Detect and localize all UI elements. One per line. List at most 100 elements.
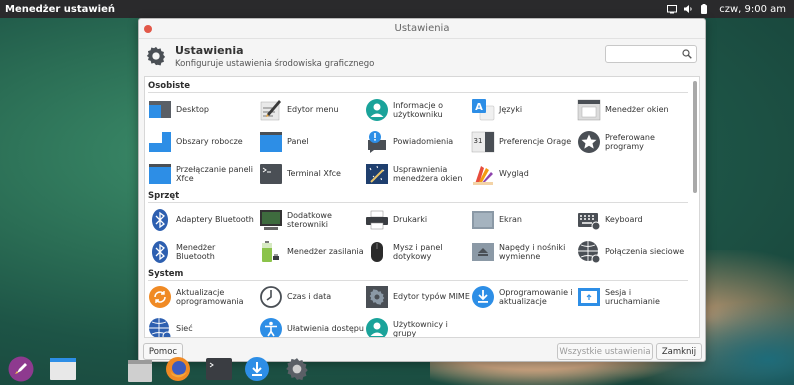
all-settings-button[interactable]: Wszystkie ustawienia bbox=[557, 343, 653, 360]
item-orage-prefs[interactable]: 31 Preferencje Orage bbox=[471, 127, 579, 157]
item-appearance[interactable]: Wygląd bbox=[471, 159, 579, 189]
dock-software-updates[interactable] bbox=[244, 356, 270, 385]
item-label: Ułatwienia dostępu bbox=[287, 324, 364, 334]
close-button[interactable]: Zamknij bbox=[656, 343, 702, 360]
panel-switch-icon bbox=[149, 164, 171, 184]
mouse-icon bbox=[371, 242, 383, 262]
active-app-title[interactable]: Menedżer ustawień bbox=[5, 4, 667, 15]
item-session-startup[interactable]: Sesja i uruchamianie bbox=[577, 282, 685, 312]
item-printers[interactable]: Drukarki bbox=[365, 205, 473, 235]
settings-header: Ustawienia Konfiguruje ustawienia środow… bbox=[139, 39, 705, 73]
item-label: Języki bbox=[499, 105, 523, 115]
volume-icon[interactable] bbox=[683, 4, 693, 14]
item-label: Powiadomienia bbox=[393, 137, 454, 147]
calendar-icon: 31 bbox=[471, 131, 495, 153]
item-label: Napędy i nośniki wymienne bbox=[499, 242, 566, 261]
item-network-connections[interactable]: Połączenia sieciowe bbox=[577, 237, 685, 267]
item-mouse-touchpad[interactable]: Mysz i panel dotykowy bbox=[365, 237, 473, 267]
window-titlebar[interactable]: Ustawienia bbox=[139, 19, 705, 39]
settings-window: Ustawienia Ustawienia Konfiguruje ustawi… bbox=[138, 18, 706, 362]
item-wm-tweaks[interactable]: Usprawnienia menedżera okien bbox=[365, 159, 473, 189]
item-keyboard[interactable]: Keyboard bbox=[577, 205, 685, 235]
item-panel[interactable]: Panel bbox=[259, 127, 367, 157]
dock-window-app[interactable] bbox=[50, 358, 76, 384]
item-languages[interactable]: A Języki bbox=[471, 95, 579, 125]
clock[interactable]: czw, 9:00 am bbox=[719, 4, 786, 15]
appearance-icon bbox=[473, 166, 493, 185]
session-icon bbox=[578, 288, 600, 306]
item-removable-drives[interactable]: Napędy i nośniki wymienne bbox=[471, 237, 579, 267]
star-icon bbox=[578, 131, 600, 153]
item-notifications[interactable]: Powiadomienia bbox=[365, 127, 473, 157]
item-label: Oprogramowanie i aktualizacje bbox=[499, 287, 573, 306]
globe-icon bbox=[578, 241, 601, 264]
window-title: Ustawienia bbox=[394, 23, 450, 34]
mime-gear-icon bbox=[366, 286, 388, 308]
bluetooth-manager-icon bbox=[152, 241, 168, 263]
dock-terminal[interactable] bbox=[206, 358, 232, 384]
update-icon bbox=[149, 286, 171, 308]
item-preferred-apps[interactable]: Preferowane programy bbox=[577, 127, 685, 157]
item-accessibility[interactable]: Ułatwienia dostępu bbox=[259, 314, 367, 337]
item-power-manager[interactable]: Menedżer zasilania bbox=[259, 237, 367, 267]
item-label: Menedżer Bluetooth bbox=[176, 242, 216, 261]
item-mime-editor[interactable]: Edytor typów MIME bbox=[365, 282, 473, 312]
workspaces-icon bbox=[149, 132, 171, 152]
scrollbar[interactable] bbox=[693, 81, 697, 193]
download-icon bbox=[472, 286, 494, 308]
item-label: Ekran bbox=[499, 215, 522, 225]
section-divider bbox=[148, 92, 688, 93]
menu-editor-icon bbox=[260, 100, 281, 121]
item-label: Obszary robocze bbox=[176, 137, 243, 147]
screen-icon[interactable] bbox=[667, 4, 678, 14]
battery-icon[interactable] bbox=[699, 4, 709, 14]
item-label: Edytor menu bbox=[287, 105, 339, 115]
item-window-manager[interactable]: Menedżer okien bbox=[577, 95, 685, 125]
item-menu-editor[interactable]: Edytor menu bbox=[259, 95, 367, 125]
dock-firefox[interactable] bbox=[165, 356, 191, 385]
dock-settings[interactable] bbox=[284, 356, 310, 385]
item-bt-manager[interactable]: Menedżer Bluetooth bbox=[148, 237, 256, 267]
dock-launcher[interactable] bbox=[8, 356, 34, 385]
window-app-icon bbox=[50, 358, 76, 380]
item-network[interactable]: Sieć bbox=[148, 314, 256, 337]
search-input[interactable] bbox=[605, 45, 697, 63]
section-divider bbox=[148, 280, 688, 281]
section-divider bbox=[148, 202, 688, 203]
search-icon bbox=[682, 49, 692, 59]
notifications-icon bbox=[368, 131, 386, 153]
svg-text:31: 31 bbox=[474, 137, 483, 145]
item-desktop[interactable]: Desktop bbox=[148, 95, 256, 125]
item-label: Sieć bbox=[176, 324, 193, 334]
item-xfce-terminal[interactable]: Terminal Xfce bbox=[259, 159, 367, 189]
section-system: System bbox=[148, 269, 184, 279]
item-label: Menedżer okien bbox=[605, 105, 669, 115]
item-label: Przełączanie paneli Xfce bbox=[176, 164, 253, 183]
item-additional-drivers[interactable]: Dodatkowe sterowniki bbox=[259, 205, 367, 235]
header-title: Ustawienia bbox=[175, 43, 244, 57]
item-label: Czas i data bbox=[287, 292, 332, 302]
item-bt-adapters[interactable]: Adaptery Bluetooth bbox=[148, 205, 256, 235]
item-software-updates[interactable]: Oprogramowanie i aktualizacje bbox=[471, 282, 579, 312]
window-manager-icon bbox=[577, 99, 601, 121]
user-info-icon bbox=[366, 99, 388, 121]
close-window-icon[interactable] bbox=[144, 25, 152, 33]
item-users-groups[interactable]: Użytkownicy i grupy bbox=[365, 314, 473, 337]
item-software-updater[interactable]: Aktualizacje oprogramowania bbox=[148, 282, 256, 312]
item-display[interactable]: Ekran bbox=[471, 205, 579, 235]
item-label: Drukarki bbox=[393, 215, 428, 225]
item-label: Sesja i uruchamianie bbox=[605, 287, 660, 306]
languages-icon: A bbox=[472, 99, 495, 121]
terminal-icon bbox=[260, 164, 282, 184]
item-label: Dodatkowe sterowniki bbox=[287, 210, 332, 229]
printer-icon bbox=[366, 210, 388, 230]
item-workspaces[interactable]: Obszary robocze bbox=[148, 127, 256, 157]
system-tray: czw, 9:00 am bbox=[667, 4, 794, 15]
item-label: Usprawnienia menedżera okien bbox=[393, 164, 463, 183]
item-label: Panel bbox=[287, 137, 309, 147]
item-xfce-panel-switch[interactable]: Przełączanie paneli Xfce bbox=[148, 159, 256, 189]
dock-files[interactable] bbox=[128, 360, 152, 385]
item-time-date[interactable]: Czas i data bbox=[259, 282, 367, 312]
item-label: Adaptery Bluetooth bbox=[176, 215, 254, 225]
item-user-info[interactable]: Informacje o użytkowniku bbox=[365, 95, 473, 125]
